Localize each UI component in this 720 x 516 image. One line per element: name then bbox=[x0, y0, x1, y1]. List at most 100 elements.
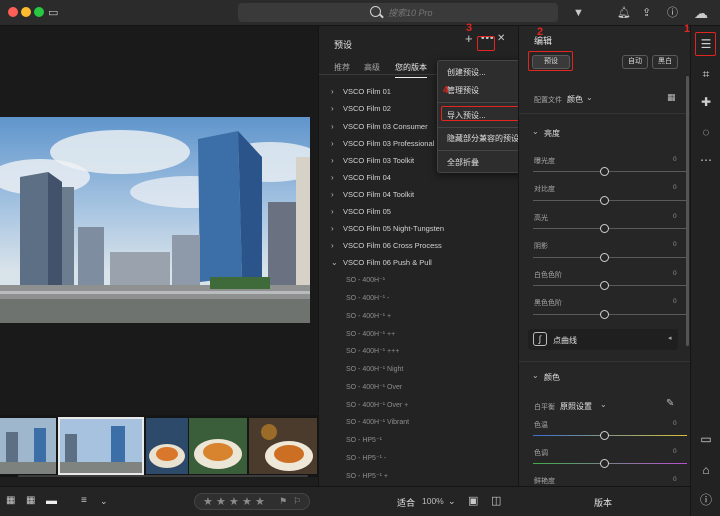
search-bar[interactable] bbox=[238, 3, 558, 22]
point-curve-button[interactable]: ∫ 点曲线 ◂ bbox=[528, 329, 678, 350]
bell-icon[interactable]: 🔔︎ bbox=[617, 0, 631, 26]
profile-select[interactable]: 颜色 bbox=[567, 94, 583, 105]
light-section-title[interactable]: 亮度 bbox=[544, 128, 560, 139]
eyedropper-icon[interactable]: ✎ bbox=[666, 398, 674, 409]
shadows-slider-knob[interactable] bbox=[600, 253, 609, 262]
zoom-level[interactable]: 100% bbox=[422, 496, 444, 506]
preset-group[interactable]: › VSCO Film 04 Toolkit bbox=[331, 190, 414, 199]
auto-button[interactable]: 自动 bbox=[622, 55, 648, 69]
whites-slider[interactable] bbox=[533, 285, 687, 286]
preset-group-expanded[interactable]: ⌄ VSCO Film 06 Push & Pull bbox=[331, 258, 432, 267]
versions-button[interactable]: 版本 bbox=[594, 496, 612, 509]
preset-item[interactable]: SO - 400H⁻¹ Night bbox=[346, 365, 403, 373]
black-white-button[interactable]: 黑白 bbox=[652, 55, 678, 69]
color-section-title[interactable]: 颜色 bbox=[544, 372, 560, 383]
preset-item[interactable]: SO - 400H⁻¹ Vibrant bbox=[346, 418, 409, 426]
preset-group[interactable]: › VSCO Film 01 bbox=[331, 87, 391, 96]
preset-item[interactable]: SO - HP5⁻¹ bbox=[346, 436, 382, 444]
vibrance-value[interactable]: 0 bbox=[673, 476, 677, 483]
healing-brush-icon[interactable]: ✚ bbox=[698, 94, 714, 110]
profile-browser-icon[interactable]: ▦ bbox=[667, 92, 676, 103]
star-icon[interactable]: ★ bbox=[229, 495, 239, 508]
menu-item-manage-presets[interactable]: 管理预设 bbox=[447, 85, 479, 96]
close-panel-icon[interactable]: ✕ bbox=[497, 32, 505, 46]
white-balance-select[interactable]: 原照设置 bbox=[560, 401, 592, 412]
close-window-button[interactable] bbox=[8, 7, 18, 17]
preset-item[interactable]: SO - 400H⁻¹ +++ bbox=[346, 347, 399, 355]
tag-icon[interactable]: ⌂ bbox=[698, 462, 714, 478]
highlights-value[interactable]: 0 bbox=[673, 213, 677, 220]
exposure-slider-knob[interactable] bbox=[600, 167, 609, 176]
sidebar-toggle-icon[interactable]: ▭ bbox=[48, 0, 58, 26]
shadows-slider[interactable] bbox=[533, 257, 687, 258]
filter-icon[interactable]: ▼ bbox=[573, 0, 584, 26]
reject-flag-icon[interactable]: ⚐ bbox=[293, 496, 301, 507]
photo-canvas[interactable] bbox=[0, 26, 318, 415]
tab-premium[interactable]: 高级 bbox=[364, 62, 380, 73]
grid-view-icon[interactable]: ▦ bbox=[6, 487, 15, 515]
tab-yours[interactable]: 您的版本 bbox=[395, 62, 427, 78]
thumbnail-2-selected[interactable] bbox=[58, 417, 144, 475]
exposure-value[interactable]: 0 bbox=[673, 156, 677, 163]
thumbnail-1[interactable] bbox=[0, 418, 56, 474]
whites-slider-knob[interactable] bbox=[600, 281, 609, 290]
contrast-slider-knob[interactable] bbox=[600, 196, 609, 205]
comment-icon[interactable]: ▭ bbox=[698, 431, 714, 447]
pick-flag-icon[interactable]: ⚑ bbox=[279, 496, 287, 507]
star-icon[interactable]: ★ bbox=[242, 495, 252, 508]
temperature-value[interactable]: 0 bbox=[673, 420, 677, 427]
temperature-slider[interactable] bbox=[533, 435, 687, 436]
add-preset-icon[interactable]: + bbox=[465, 32, 473, 46]
chevron-down-icon[interactable]: ⌄ bbox=[532, 371, 539, 380]
chevron-down-icon[interactable]: ⌄ bbox=[448, 487, 456, 515]
detail-view-icon[interactable]: ▬ bbox=[46, 487, 57, 515]
highlights-slider-knob[interactable] bbox=[600, 224, 609, 233]
tab-recommended[interactable]: 推荐 bbox=[334, 62, 350, 73]
menu-item-create-preset[interactable]: 创建预设... bbox=[447, 67, 486, 78]
highlights-slider[interactable] bbox=[533, 228, 687, 229]
preset-group[interactable]: › VSCO Film 05 Night-Tungsten bbox=[331, 224, 444, 233]
preset-group[interactable]: › VSCO Film 03 Consumer bbox=[331, 122, 428, 131]
filmstrip-scrollbar[interactable] bbox=[18, 475, 308, 477]
split-view-icon[interactable]: ◫ bbox=[491, 487, 501, 515]
search-input[interactable] bbox=[388, 5, 538, 20]
fit-zoom-button[interactable]: 适合 bbox=[397, 496, 415, 509]
thumbnail-4[interactable] bbox=[189, 418, 247, 474]
help-icon[interactable]: ⓘ bbox=[667, 0, 678, 26]
menu-item-hide-partially-compatible[interactable]: 隐藏部分兼容的预设 bbox=[447, 133, 519, 144]
menu-item-collapse-all[interactable]: 全部折叠 bbox=[447, 157, 479, 168]
info-icon[interactable]: ⓘ bbox=[698, 492, 714, 508]
blacks-slider[interactable] bbox=[533, 314, 687, 315]
preset-group[interactable]: › VSCO Film 04 bbox=[331, 173, 391, 182]
preset-item[interactable]: SO - 400H⁻¹ Over bbox=[346, 383, 402, 391]
edit-panel-scrollbar[interactable] bbox=[686, 76, 689, 346]
cloud-icon[interactable]: ☁ bbox=[694, 0, 708, 26]
zoom-window-button[interactable] bbox=[34, 7, 44, 17]
whites-value[interactable]: 0 bbox=[673, 270, 677, 277]
chevron-down-icon[interactable]: ⌄ bbox=[100, 487, 108, 515]
preset-group[interactable]: › VSCO Film 03 Professional bbox=[331, 139, 434, 148]
masking-icon[interactable]: ◌ bbox=[698, 124, 714, 140]
blacks-slider-knob[interactable] bbox=[600, 310, 609, 319]
tint-value[interactable]: 0 bbox=[673, 448, 677, 455]
blacks-value[interactable]: 0 bbox=[673, 298, 677, 305]
preset-item[interactable]: SO - 400H⁻¹ bbox=[346, 276, 385, 284]
thumbnail-3[interactable] bbox=[146, 418, 188, 474]
contrast-slider[interactable] bbox=[533, 200, 687, 201]
preset-item[interactable]: SO - 400H⁻¹ + bbox=[346, 312, 391, 320]
temperature-slider-knob[interactable] bbox=[600, 431, 609, 440]
chevron-down-icon[interactable]: ⌄ bbox=[532, 127, 539, 136]
thumbnail-5[interactable] bbox=[249, 418, 317, 474]
before-after-icon[interactable]: ▣ bbox=[468, 487, 478, 515]
star-icon[interactable]: ★ bbox=[203, 495, 213, 508]
preset-group[interactable]: › VSCO Film 06 Cross Process bbox=[331, 241, 442, 250]
shadows-value[interactable]: 0 bbox=[673, 241, 677, 248]
preset-item[interactable]: SO - HP5⁻¹ - bbox=[346, 454, 386, 462]
preset-item[interactable]: SO - HP5⁻¹ + bbox=[346, 472, 388, 480]
exposure-slider[interactable] bbox=[533, 171, 687, 172]
more-tools-icon[interactable]: ⋯ bbox=[698, 152, 714, 168]
crop-icon[interactable]: ⌗ bbox=[698, 66, 714, 82]
square-grid-icon[interactable]: ▦ bbox=[26, 487, 35, 515]
star-icon[interactable]: ★ bbox=[216, 495, 226, 508]
share-icon[interactable]: ⇪ bbox=[642, 0, 651, 26]
